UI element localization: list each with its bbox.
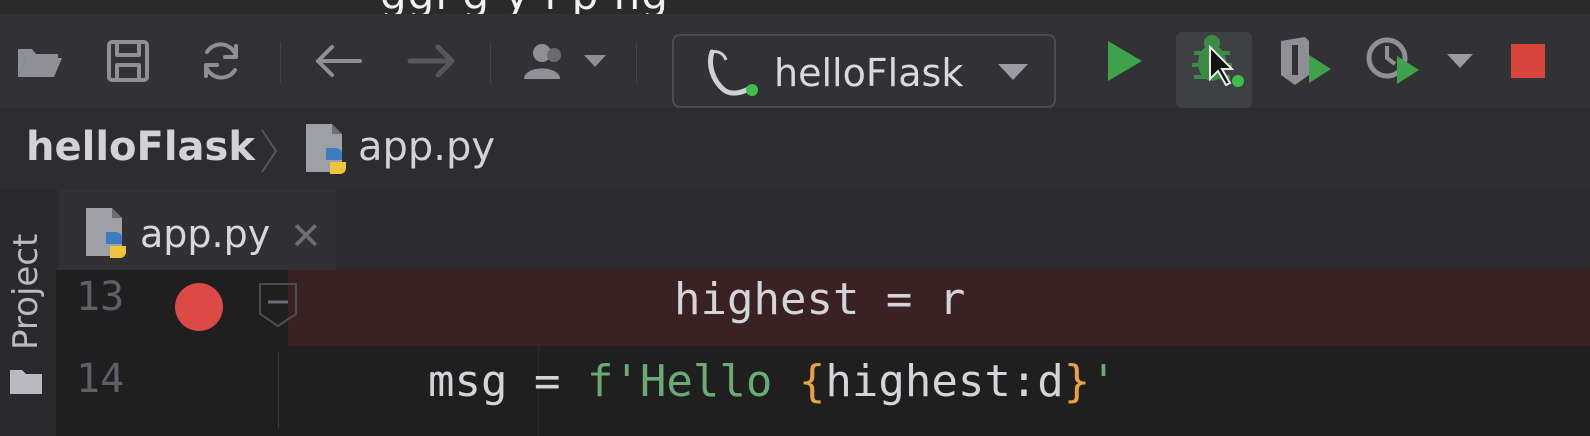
breadcrumb-separator-icon [258,126,280,180]
toolbar-separator [280,42,281,84]
vcs-user-icon[interactable] [516,14,612,108]
python-file-icon [302,122,354,182]
gutter[interactable]: 14 [56,352,288,428]
code-text: msg = f'Hello {highest:d}' [428,356,1117,407]
debug-button[interactable] [1176,14,1252,108]
breadcrumb-project[interactable]: helloFlask [26,124,255,170]
caption-text: ggi g y i p ng [380,0,669,14]
code-line-13[interactable]: 13 highest = r [56,270,1590,346]
code-token-string: ' [1090,356,1117,407]
line-number: 14 [76,356,125,402]
open-folder-icon[interactable] [10,14,70,108]
run-configuration-label: helloFlask [774,51,964,95]
code-token-plain: msg = [428,356,587,407]
tab-label: app.py [140,212,271,256]
flask-icon [702,46,762,102]
tool-window-stripe: Project [0,190,57,436]
code-token-brace: { [798,356,826,407]
editor-tab-bar: app.py ✕ [56,190,1590,278]
main-toolbar: helloFlask [0,14,1590,109]
run-button[interactable] [1096,14,1152,108]
run-configuration-dropdown[interactable]: helloFlask [672,34,1056,108]
breakpoint-icon[interactable] [174,282,224,336]
breadcrumb: helloFlask app.py [0,108,1590,191]
project-tool-window-button[interactable]: Project [6,234,46,350]
back-arrow-icon[interactable] [306,14,370,108]
save-all-icon[interactable] [100,14,156,108]
gutter[interactable]: 13 [56,270,297,346]
more-run-options-chevron-icon[interactable] [1440,14,1480,108]
profile-button[interactable] [1360,14,1426,108]
code-token-string: f'Hello [586,356,799,407]
run-with-coverage-button[interactable] [1272,14,1338,108]
caption-strip: ggi g y i p ng [0,0,1590,14]
toolbar-separator [636,42,637,84]
code-editor[interactable]: 13 highest = r 14 msg = f'Hello {highest… [56,270,1590,436]
python-file-icon [82,206,134,266]
chevron-down-icon [996,62,1030,86]
code-text: highest = r [674,274,966,325]
code-token-expression: highest:d [825,356,1064,407]
stop-button[interactable] [1502,14,1554,108]
fold-guide [278,352,279,428]
sync-icon[interactable] [192,14,250,108]
toolbar-separator [490,42,491,84]
folder-icon[interactable] [8,366,44,400]
fold-icon[interactable] [256,280,300,334]
code-token-brace: } [1063,356,1091,407]
code-line-14[interactable]: 14 msg = f'Hello {highest:d}' [56,352,1590,428]
tab-app-py[interactable]: app.py ✕ [58,190,336,278]
line-number: 13 [76,274,125,320]
close-icon[interactable]: ✕ [290,214,322,258]
forward-arrow-icon[interactable] [400,14,464,108]
breadcrumb-file[interactable]: app.py [358,124,495,170]
